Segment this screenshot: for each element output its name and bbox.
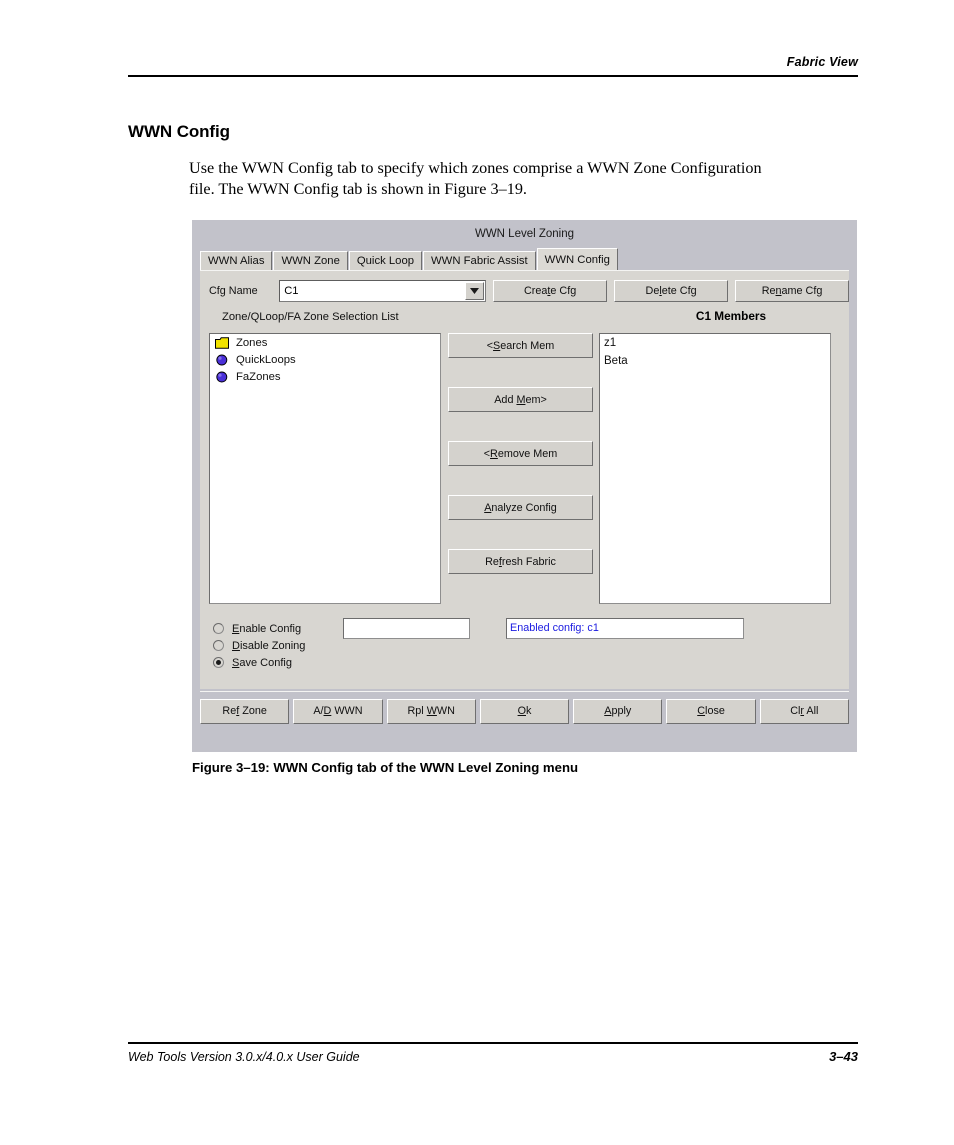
ok-button[interactable]: Ok [479, 698, 570, 724]
radio-label: Save Config [232, 656, 292, 669]
button-label: Clr All [790, 705, 819, 717]
footer-rule [128, 1042, 858, 1044]
list-item-label: FaZones [236, 370, 281, 383]
remove-mem-button[interactable]: <Remove Mem [448, 441, 593, 466]
button-label: Rpl WWN [407, 705, 455, 717]
rpl-wwn-button[interactable]: Rpl WWN [386, 698, 476, 724]
config-name-input[interactable] [343, 618, 470, 639]
dialog-content-panel: Cfg Name C1 Create Cfg Delete Cfg Rename… [200, 270, 849, 689]
radio-button-icon[interactable] [213, 623, 224, 634]
config-options-area: Enable Config Disable Zoning Save Config E… [209, 616, 840, 678]
clr-all-button[interactable]: Clr All [759, 698, 849, 724]
analyze-config-button[interactable]: Analyze Config [448, 495, 593, 520]
list-item[interactable]: QuickLoops [210, 351, 440, 368]
button-label: Close [697, 705, 725, 717]
button-label: Rename Cfg [761, 285, 823, 297]
button-label: Analyze Config [484, 501, 557, 514]
radio-disable-zoning[interactable]: Disable Zoning [213, 637, 305, 654]
sphere-icon [215, 371, 229, 383]
button-label: Create Cfg [524, 285, 577, 297]
button-label: <Remove Mem [483, 447, 558, 460]
chevron-down-icon[interactable] [465, 282, 485, 300]
button-label: Refresh Fabric [485, 555, 556, 568]
tab-quick-loop[interactable]: Quick Loop [348, 251, 423, 270]
list-item[interactable]: z1 [600, 334, 830, 352]
figure-caption: Figure 3–19: WWN Config tab of the WWN L… [192, 760, 579, 775]
transfer-button-column: <Search Mem Add Mem> <Remove Mem Analyze Co… [448, 333, 593, 604]
tab-label: WWN Zone [281, 255, 340, 267]
radio-button-icon[interactable] [213, 657, 224, 668]
list-item-label: QuickLoops [236, 353, 296, 366]
button-label: Ref Zone [222, 705, 267, 717]
radio-label: Disable Zoning [232, 639, 306, 652]
cfg-name-combobox[interactable]: C1 [279, 280, 487, 302]
members-list-label: C1 Members [695, 309, 767, 323]
cfg-name-label: Cfg Name [209, 285, 258, 297]
tab-label: Quick Loop [356, 255, 415, 267]
tab-strip: WWN Alias WWN Zone Quick Loop WWN Fabric As… [200, 248, 849, 270]
apply-button[interactable]: Apply [573, 698, 663, 724]
radio-label: Enable Config [232, 622, 302, 635]
sphere-icon [215, 354, 229, 366]
wwn-level-zoning-dialog: WWN Level Zoning WWN Alias WWN Zone Quick … [192, 220, 857, 752]
selection-list-label: Zone/QLoop/FA Zone Selection List [222, 311, 399, 323]
list-item-label: Zones [236, 336, 268, 349]
close-button[interactable]: Close [666, 698, 756, 724]
status-badge: Enabled config: c1 [506, 618, 744, 639]
ref-zone-button[interactable]: Ref Zone [200, 698, 290, 724]
button-label: Apply [604, 705, 632, 717]
dialog-title: WWN Level Zoning [474, 228, 575, 240]
dialog-action-bar: Ref Zone A/D WWN Rpl WWN Ok Apply Close Clr Al… [200, 691, 849, 730]
button-label: Delete Cfg [645, 285, 697, 297]
list-item[interactable]: Zones [210, 334, 440, 351]
tab-label: WWN Config [544, 254, 610, 266]
page-header: Fabric View [128, 55, 858, 77]
tab-wwn-alias[interactable]: WWN Alias [200, 251, 273, 270]
list-item[interactable]: Beta [600, 352, 830, 370]
button-label: A/D WWN [313, 705, 363, 717]
rename-cfg-button[interactable]: Rename Cfg [735, 280, 849, 302]
list-item[interactable]: FaZones [210, 368, 440, 385]
zone-selection-listbox[interactable]: Zones QuickLoops FaZones [209, 333, 441, 604]
button-label: <Search Mem [486, 339, 555, 352]
button-label: Ok [517, 705, 532, 717]
tab-wwn-config[interactable]: WWN Config [536, 248, 618, 270]
button-label: Add Mem> [494, 393, 547, 406]
radio-button-icon[interactable] [213, 640, 224, 651]
page-title: WWN Config [128, 122, 230, 141]
add-mem-button[interactable]: Add Mem> [448, 387, 593, 412]
body-paragraph: Use the WWN Config tab to specify which … [189, 159, 762, 198]
members-listbox[interactable]: z1 Beta [599, 333, 831, 604]
radio-save-config[interactable]: Save Config [213, 654, 305, 671]
a-d-wwn-button[interactable]: A/D WWN [293, 698, 383, 724]
refresh-fabric-button[interactable]: Refresh Fabric [448, 549, 593, 574]
config-action-radio-group: Enable Config Disable Zoning Save Config [213, 620, 305, 671]
radio-enable-config[interactable]: Enable Config [213, 620, 305, 637]
running-head: Fabric View [786, 55, 858, 69]
header-rule [128, 75, 858, 77]
tab-label: WWN Fabric Assist [431, 255, 528, 267]
folder-icon [215, 336, 229, 349]
cfg-name-row: Cfg Name C1 Create Cfg Delete Cfg Rename… [200, 279, 849, 303]
page-number: 3–43 [829, 1049, 858, 1064]
tab-wwn-fabric-assist[interactable]: WWN Fabric Assist [423, 251, 536, 270]
search-mem-button[interactable]: <Search Mem [448, 333, 593, 358]
page-footer: Web Tools Version 3.0.x/4.0.x User Guide… [128, 1042, 858, 1064]
tab-wwn-zone[interactable]: WWN Zone [273, 251, 348, 270]
tab-label: WWN Alias [208, 255, 265, 267]
footer-guide-title: Web Tools Version 3.0.x/4.0.x User Guide [128, 1050, 360, 1064]
create-cfg-button[interactable]: Create Cfg [493, 280, 608, 302]
delete-cfg-button[interactable]: Delete Cfg [614, 280, 729, 302]
cfg-name-value: C1 [284, 285, 299, 297]
